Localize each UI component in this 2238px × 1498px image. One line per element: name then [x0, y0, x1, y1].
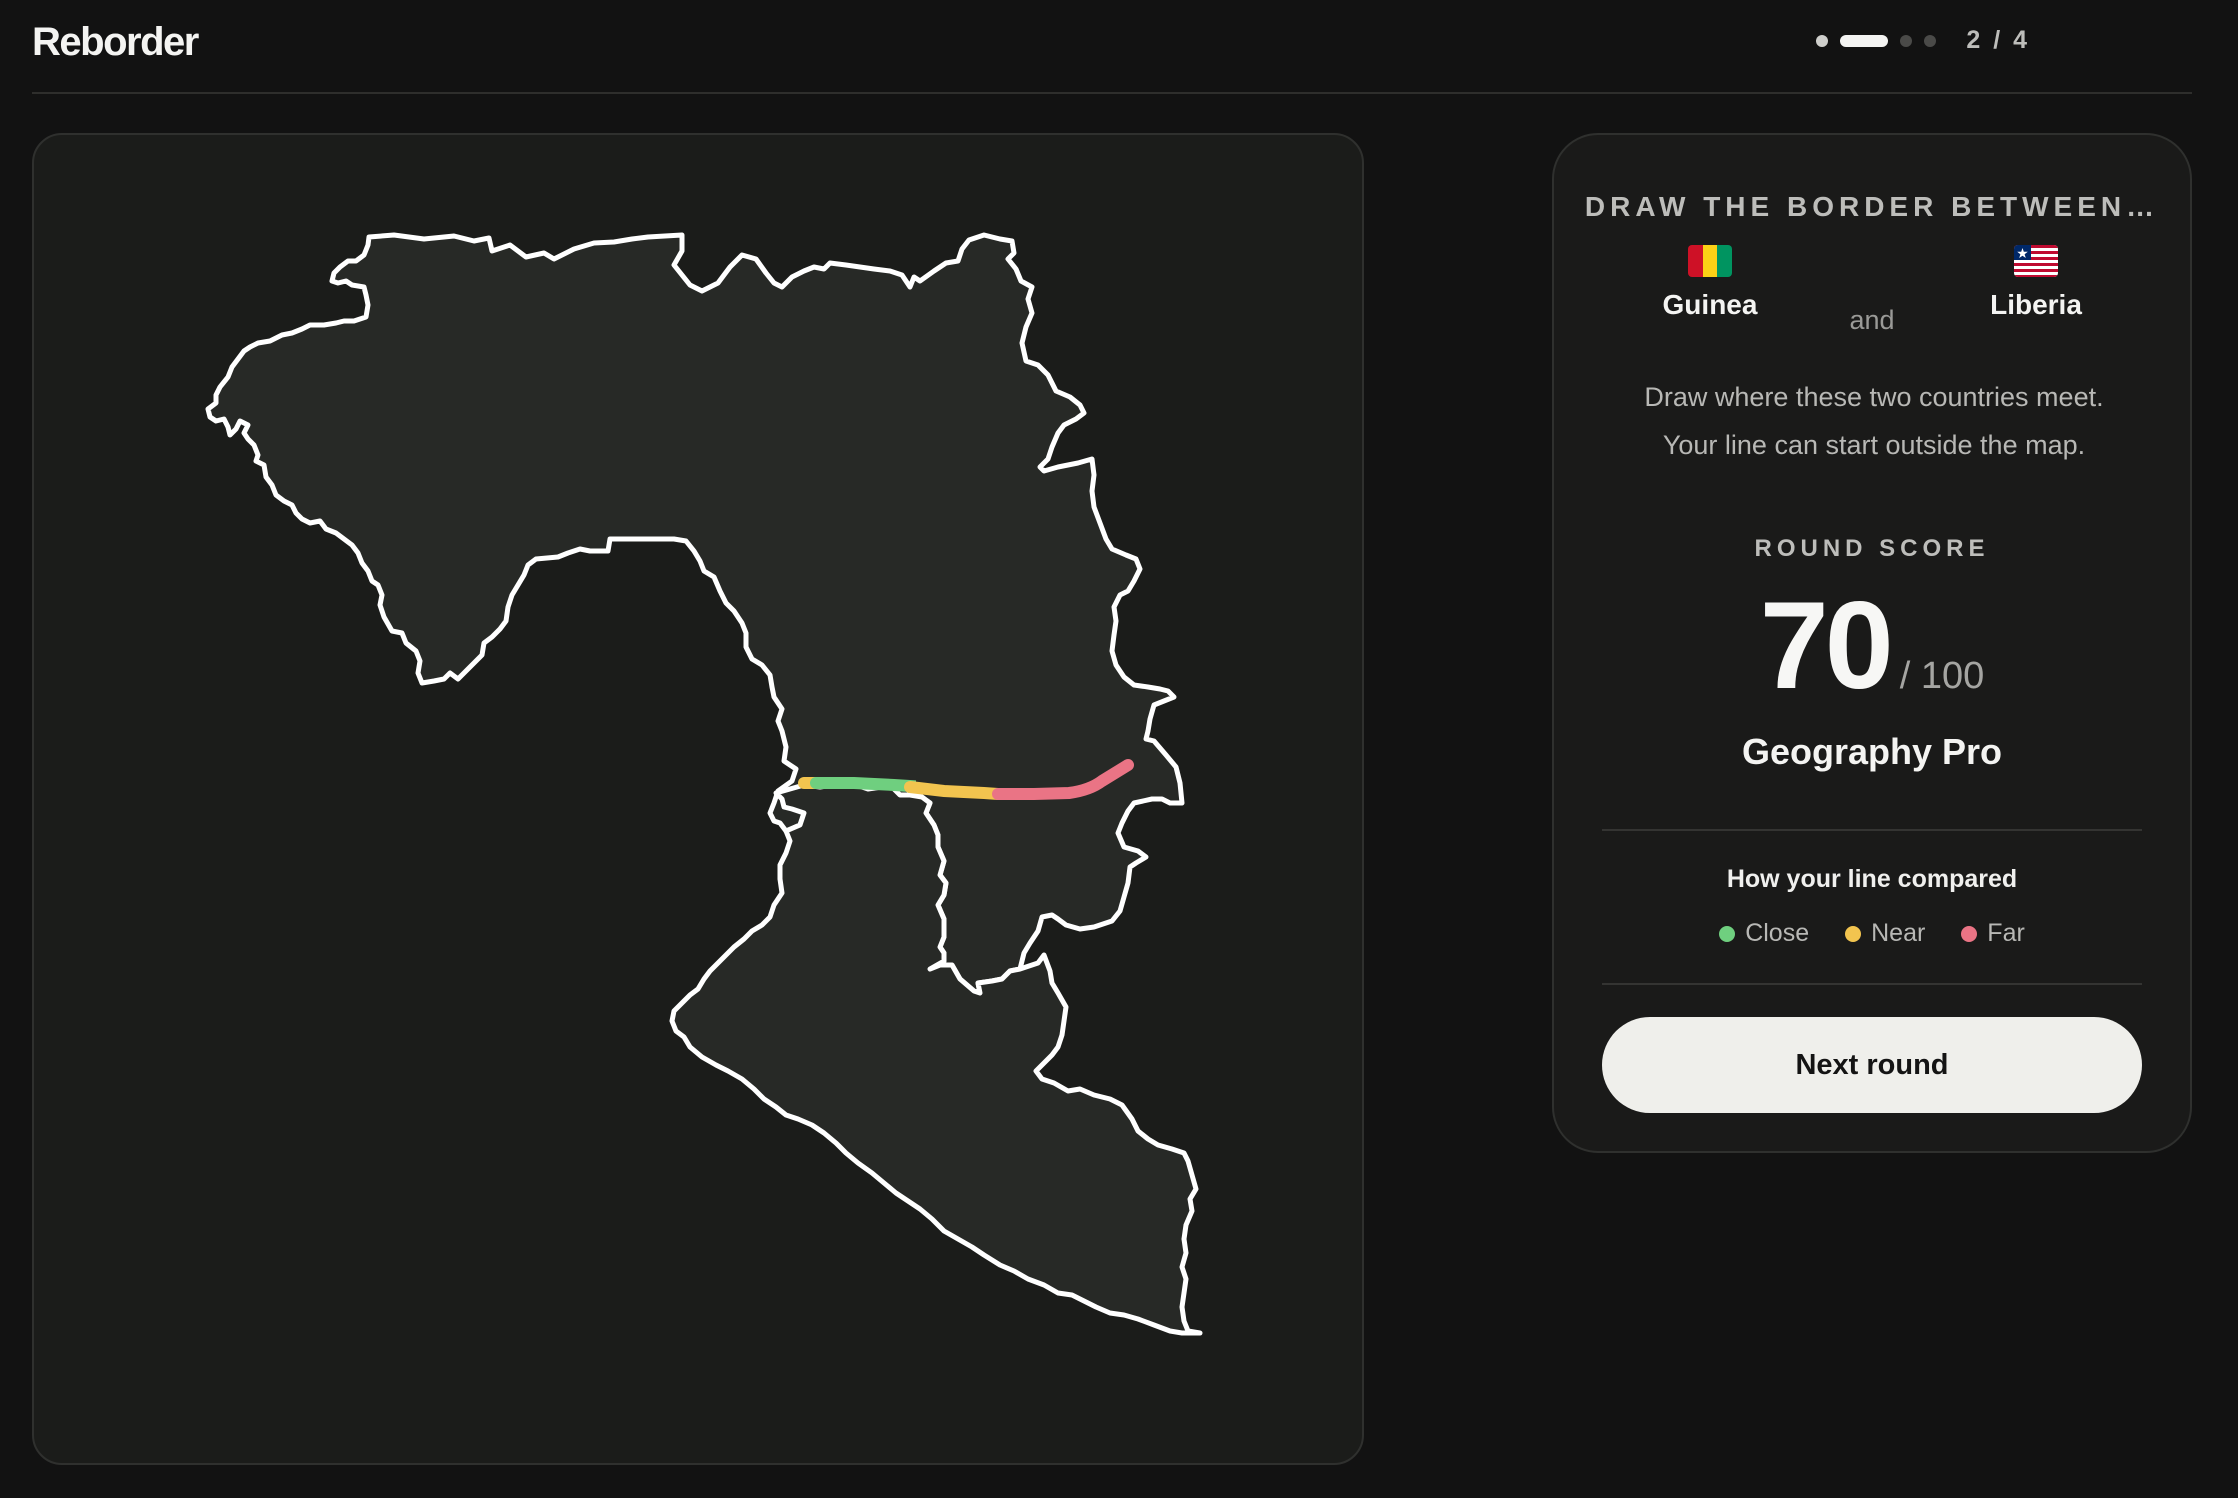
prompt-title: DRAW THE BORDER BETWEEN… [1584, 191, 2160, 222]
country-map[interactable] [34, 135, 1362, 1463]
legend-item-far: Far [1961, 919, 2025, 948]
near-dot-icon [1845, 925, 1862, 942]
legend-label-far: Far [1987, 919, 2025, 947]
legend-item-near: Near [1845, 919, 1925, 948]
round-progress: 2 / 4 [1816, 26, 2030, 55]
line-segment-close [810, 777, 916, 793]
comparison-title: How your line compared [1726, 865, 2018, 893]
divider [1602, 829, 2142, 831]
progress-counter: 2 / 4 [1966, 26, 2030, 54]
liberia-flag-icon [2014, 245, 2058, 277]
country-liberia: Liberia [1936, 245, 2136, 321]
rank-title: Geography Pro [1741, 731, 2003, 772]
round-panel: DRAW THE BORDER BETWEEN… Guinea and Libe… [1552, 133, 2192, 1153]
score-display: 70/ 100 [1554, 575, 2190, 717]
comparison-legend: Close Near Far [1554, 919, 2190, 948]
round-score-label: ROUND SCORE [1754, 535, 1990, 562]
score-max: / 100 [1899, 655, 1985, 697]
progress-dot-4 [1924, 34, 1937, 47]
country-b-name: Liberia [1990, 289, 2082, 320]
close-dot-icon [1719, 925, 1736, 942]
legend-label-near: Near [1871, 919, 1926, 947]
instructions-line-1: Draw where these two countries meet. [1644, 382, 2104, 412]
legend-label-close: Close [1745, 919, 1810, 947]
guinea-flag-icon [1688, 245, 1732, 277]
game-screen: Reborder 2 / 4 DRAW THE BORDER BETWEEN… [0, 0, 2238, 1498]
map-canvas[interactable] [32, 133, 1364, 1465]
progress-dot-1 [1816, 34, 1829, 47]
guinea-shape [205, 232, 1185, 996]
app-logo: Reborder [32, 20, 199, 64]
top-bar: Reborder 2 / 4 [32, 0, 2192, 94]
score-value: 70 [1759, 577, 1894, 715]
instructions: Draw where these two countries meet. You… [1594, 373, 2154, 469]
instructions-line-2: Your line can start outside the map. [1662, 430, 2086, 460]
divider [1602, 983, 2142, 985]
legend-item-close: Close [1719, 919, 1809, 948]
line-segment-near [904, 781, 1004, 800]
next-round-button[interactable]: Next round [1602, 1017, 2142, 1113]
progress-dot-2 [1840, 34, 1889, 47]
progress-dot-3 [1900, 34, 1913, 47]
far-dot-icon [1961, 925, 1978, 942]
